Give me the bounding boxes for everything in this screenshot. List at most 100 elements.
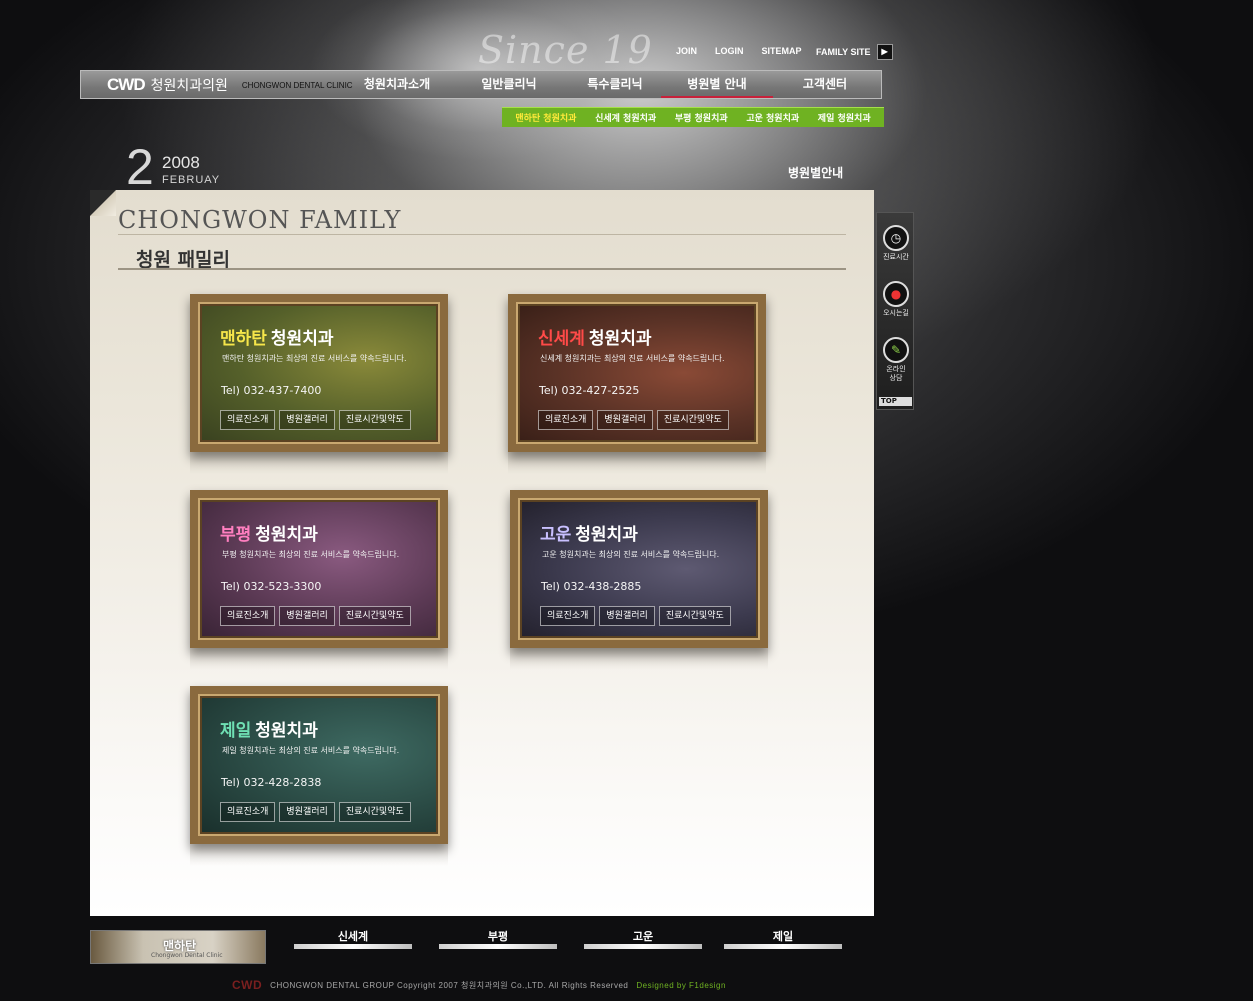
clinic-card-gowoon: 고운 청원치과 고운 청원치과는 최상의 진료 서비스를 약속드립니다. Tel)…: [510, 490, 768, 670]
clinic-title: 맨하탄 청원치과: [220, 324, 333, 349]
clinic-name: 청원치과: [255, 525, 318, 545]
login-link[interactable]: LOGIN: [715, 46, 744, 56]
doctors-button[interactable]: 의료진소개: [220, 606, 276, 626]
clinic-title: 부평 청원치과: [220, 520, 318, 545]
footer-designed-by[interactable]: Designed by F1design: [636, 981, 726, 990]
clinic-buttons: 의료진소개 병원갤러리 진료시간및약도: [220, 802, 411, 822]
section-divider: [118, 234, 846, 235]
quick-item-hours[interactable]: ◷ 진료시간: [877, 225, 915, 262]
date-day: 2: [126, 139, 154, 195]
nav-item-clinic-guide[interactable]: 병원별 안내: [661, 71, 773, 98]
subnav-item-jeil[interactable]: 제일 청원치과: [818, 111, 871, 124]
clinic-name: 청원치과: [255, 721, 318, 741]
banner-bar: [439, 944, 557, 949]
clinic-buttons: 의료진소개 병원갤러리 진료시간및약도: [540, 606, 731, 626]
breadcrumb: 병원별안내: [788, 166, 844, 180]
banner-bar: [724, 944, 842, 949]
clinic-description: 부평 청원치과는 최상의 진료 서비스를 약속드립니다.: [222, 550, 400, 559]
doctors-button[interactable]: 의료진소개: [540, 606, 596, 626]
gallery-button[interactable]: 병원갤러리: [279, 802, 335, 822]
nav-item-special-clinic[interactable]: 특수클리닉: [567, 71, 663, 98]
clinic-title: 제일 청원치과: [220, 716, 318, 741]
join-link[interactable]: JOIN: [676, 46, 697, 56]
logo-name-kr: 청원치과의원: [150, 78, 228, 94]
date-year: 2008: [162, 153, 200, 172]
footer-logo: CWD: [232, 978, 263, 992]
clinic-phone: Tel) 032-438-2885: [541, 580, 642, 593]
family-site-select[interactable]: FAMILY SITE ▶: [816, 44, 893, 60]
clinic-description: 제일 청원치과는 최상의 진료 서비스를 약속드립니다.: [222, 746, 400, 755]
subnav-item-gowoon[interactable]: 고운 청원치과: [746, 111, 799, 124]
hours-map-button[interactable]: 진료시간및약도: [338, 606, 411, 626]
bottom-banner-manhattan[interactable]: 맨하탄 Chongwon Dental Clinic: [90, 930, 266, 964]
clock-icon: ◷: [883, 225, 909, 251]
sitemap-link[interactable]: SITEMAP: [762, 46, 802, 56]
clinic-name: 청원치과: [588, 329, 652, 349]
subnav-item-bupyeong[interactable]: 부평 청원치과: [675, 111, 728, 124]
clinic-phone: Tel) 032-523-3300: [221, 580, 322, 593]
date-month: FEBRUAY: [162, 174, 221, 186]
nav-item-about[interactable]: 청원치과소개: [349, 71, 445, 98]
nav-item-customer-center[interactable]: 고객센터: [777, 71, 873, 98]
gallery-button[interactable]: 병원갤러리: [597, 410, 653, 430]
footer: CWD CHONGWON DENTAL GROUP Copyright 2007…: [232, 978, 726, 992]
clinic-phone: Tel) 032-437-7400: [221, 384, 322, 397]
clinic-buttons: 의료진소개 병원갤러리 진료시간및약도: [220, 410, 411, 430]
clinic-card-bupyeong: 부평 청원치과 부평 청원치과는 최상의 진료 서비스를 약속드립니다. Tel)…: [190, 490, 448, 670]
clinic-name-highlight: 신세계: [538, 329, 585, 349]
subnav-item-manhattan[interactable]: 맨하탄 청원치과: [515, 111, 576, 124]
hours-map-button[interactable]: 진료시간및약도: [338, 410, 411, 430]
since-text: Since 19: [478, 28, 653, 72]
gallery-button[interactable]: 병원갤러리: [599, 606, 655, 626]
clinic-description: 맨하탄 청원치과는 최상의 진료 서비스를 약속드립니다.: [222, 354, 407, 363]
traffic-light-icon: ●: [883, 281, 909, 307]
logo-name-en: CHONGWON DENTAL CLINIC: [241, 80, 353, 90]
clinic-name: 청원치과: [270, 329, 334, 349]
bottom-banner-jeil[interactable]: 제일: [724, 930, 842, 964]
top-button[interactable]: TOP: [879, 397, 912, 406]
banner-bar: [294, 944, 412, 949]
clinic-card-manhattan: 맨하탄 청원치과 맨하탄 청원치과는 최상의 진료 서비스를 약속드립니다. Te…: [190, 294, 448, 474]
clinic-buttons: 의료진소개 병원갤러리 진료시간및약도: [538, 410, 729, 430]
logo[interactable]: CWD 청원치과의원 CHONGWON DENTAL CLINIC: [107, 75, 353, 95]
clinic-description: 신세계 청원치과는 최상의 진료 서비스를 약속드립니다.: [540, 354, 725, 363]
bottom-banner-bupyeong[interactable]: 부평: [439, 930, 557, 964]
hours-map-button[interactable]: 진료시간및약도: [656, 410, 729, 430]
clinic-name-highlight: 제일: [220, 721, 252, 741]
bottom-banner-gowoon[interactable]: 고운: [584, 930, 702, 964]
gallery-button[interactable]: 병원갤러리: [279, 410, 335, 430]
quick-label: 진료시간: [883, 253, 909, 261]
footer-copyright: CHONGWON DENTAL GROUP Copyright 2007 청원치…: [270, 980, 629, 990]
hours-map-button[interactable]: 진료시간및약도: [338, 802, 411, 822]
clinic-title: 신세계 청원치과: [538, 324, 651, 349]
banner-name: 제일: [772, 930, 794, 943]
chevron-right-icon[interactable]: ▶: [876, 44, 893, 60]
subnav-item-shinsegae[interactable]: 신세계 청원치과: [595, 111, 656, 124]
doctors-button[interactable]: 의료진소개: [538, 410, 594, 430]
clinic-name-highlight: 맨하탄: [220, 329, 267, 349]
quick-item-directions[interactable]: ● 오시는길: [877, 281, 915, 318]
top-links: JOIN LOGIN SITEMAP: [676, 46, 820, 56]
logo-mark: CWD: [107, 75, 146, 94]
family-site-label: FAMILY SITE: [816, 47, 871, 57]
quick-item-consult[interactable]: ✎ 온라인 상담: [877, 337, 915, 383]
banner-sub: Chongwon Dental Clinic: [151, 952, 223, 959]
gallery-button[interactable]: 병원갤러리: [279, 606, 335, 626]
banner-bar: [584, 944, 702, 949]
hours-map-button[interactable]: 진료시간및약도: [658, 606, 731, 626]
sub-navigation: 맨하탄 청원치과 신세계 청원치과 부평 청원치과 고운 청원치과 제일 청원치…: [502, 107, 884, 127]
clinic-name-highlight: 고운: [540, 525, 572, 545]
banner-name: 부평: [487, 930, 509, 943]
bottom-banner-shinsegae[interactable]: 신세계: [294, 930, 412, 964]
clinic-card-shinsegae: 신세계 청원치과 신세계 청원치과는 최상의 진료 서비스를 약속드립니다. Te…: [508, 294, 766, 474]
nav-item-general-clinic[interactable]: 일반클리닉: [461, 71, 557, 98]
clinic-buttons: 의료진소개 병원갤러리 진료시간및약도: [220, 606, 411, 626]
page-fold-flap: [90, 190, 116, 216]
clinic-card-jeil: 제일 청원치과 제일 청원치과는 최상의 진료 서비스를 약속드립니다. Tel)…: [190, 686, 448, 866]
section-title-en: CHONGWON FAMILY: [118, 206, 402, 234]
doctors-button[interactable]: 의료진소개: [220, 802, 276, 822]
banner-name: 신세계: [337, 930, 369, 943]
quick-label: 오시는길: [883, 309, 909, 317]
banner-name: 고운: [632, 930, 654, 943]
doctors-button[interactable]: 의료진소개: [220, 410, 276, 430]
